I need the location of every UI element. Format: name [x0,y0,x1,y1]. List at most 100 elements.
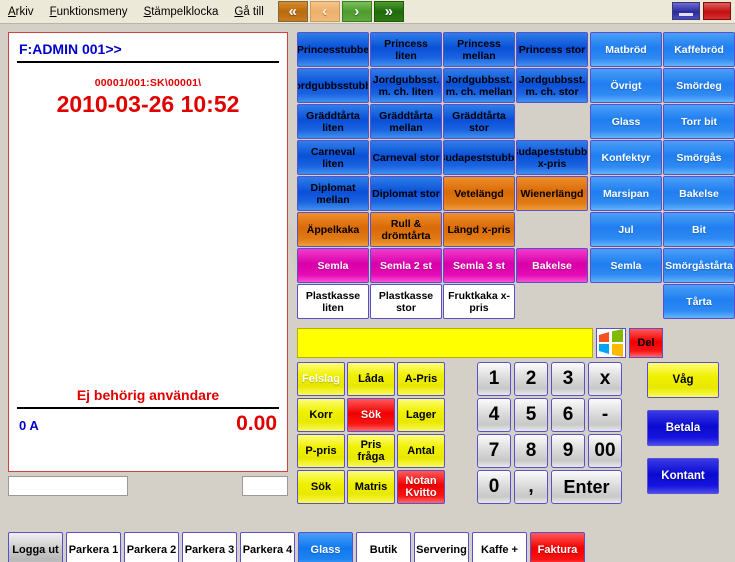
product-button[interactable]: Smörgåstårta [663,248,735,283]
tab-kaffe[interactable]: Kaffe + [472,532,527,562]
product-button[interactable]: Princess stor [516,32,588,67]
product-button[interactable]: Rull & drömtårta [370,212,442,247]
menu-item-ga-till[interactable]: Gå till [226,4,271,20]
product-button[interactable]: Budapeststubbe [443,140,515,175]
product-button[interactable]: Glass [590,104,662,139]
product-button[interactable]: Jordgubbsstubbe [297,68,369,103]
tab-glass[interactable]: Glass [298,532,353,562]
entry-input-wide[interactable] [8,476,128,496]
numpad-3[interactable]: 3 [551,362,585,396]
product-button[interactable]: Diplomat stor [370,176,442,211]
tab-butik[interactable]: Butik [356,532,411,562]
function-key-s-k[interactable]: Sök [347,398,395,432]
windows-logo-icon[interactable] [596,328,626,358]
numpad-1[interactable]: 1 [477,362,511,396]
product-button[interactable]: Äppelkaka [297,212,369,247]
product-button[interactable]: Bakelse [516,248,588,283]
tab-parkera-1[interactable]: Parkera 1 [66,532,121,562]
menu-item-arkiv[interactable]: Arkiv [0,4,42,20]
numpad-double-zero[interactable]: 00 [588,434,622,468]
numpad-comma[interactable]: , [514,470,548,504]
nav-previous-icon[interactable]: ‹ [309,1,340,22]
product-button[interactable]: Princess liten [370,32,442,67]
product-button[interactable]: Torr bit [663,104,735,139]
product-button[interactable]: Plastkasse stor [370,284,442,319]
product-button[interactable]: Jordgubbsst. m. ch. liten [370,68,442,103]
tab-logga-ut[interactable]: Logga ut [8,532,63,562]
product-button[interactable]: Princesstubbe [297,32,369,67]
function-key-a-pris[interactable]: A-Pris [397,362,445,396]
function-key-notan-kvitto[interactable]: Notan Kvitto [397,470,445,504]
function-key-l-da[interactable]: Låda [347,362,395,396]
numpad-2[interactable]: 2 [514,362,548,396]
tab-parkera-3[interactable]: Parkera 3 [182,532,237,562]
product-button[interactable]: Wienerlängd [516,176,588,211]
menu-item-stampelklocka[interactable]: Stämpelklocka [136,4,227,20]
action-button-betala[interactable]: Betala [647,410,719,446]
product-button[interactable]: Semla 3 st [443,248,515,283]
action-button-v-g[interactable]: Våg [647,362,719,398]
numpad-9[interactable]: 9 [551,434,585,468]
product-button[interactable]: Carneval stor [370,140,442,175]
product-button[interactable]: Övrigt [590,68,662,103]
product-button[interactable]: Jordgubbsst. m. ch. mellan [443,68,515,103]
product-button[interactable]: Konfektyr [590,140,662,175]
product-button[interactable]: Budapeststubbe x-pris [516,140,588,175]
product-button[interactable]: Semla [590,248,662,283]
product-button[interactable]: Jordgubbsst. m. ch. stor [516,68,588,103]
product-button[interactable]: Diplomat mellan [297,176,369,211]
product-button[interactable]: Gräddtårta stor [443,104,515,139]
function-key-korr[interactable]: Korr [297,398,345,432]
function-key-pris-fr-ga[interactable]: Pris fråga [347,434,395,468]
minimize-button[interactable] [672,2,700,20]
action-button-column: Våg Betala Kontant [647,362,731,510]
close-button[interactable] [703,2,731,20]
product-button[interactable]: Semla 2 st [370,248,442,283]
function-key-s-k[interactable]: Sök [297,470,345,504]
product-button[interactable]: Princess mellan [443,32,515,67]
product-button[interactable]: Bakelse [663,176,735,211]
product-button[interactable]: Tårta [663,284,735,319]
product-button[interactable]: Marsipan [590,176,662,211]
nav-last-icon[interactable]: » [373,1,404,22]
nav-next-icon[interactable]: › [341,1,372,22]
numpad-minus[interactable]: - [588,398,622,432]
nav-first-icon[interactable]: « [277,1,308,22]
tab-servering[interactable]: Servering [414,532,469,562]
tab-faktura[interactable]: Faktura [530,532,585,562]
action-button-kontant[interactable]: Kontant [647,458,719,494]
product-button[interactable]: Carneval liten [297,140,369,175]
product-button[interactable]: Längd x-pris [443,212,515,247]
product-button[interactable]: Jul [590,212,662,247]
menu-item-funktionsmeny[interactable]: Funktionsmeny [42,4,136,20]
function-key-antal[interactable]: Antal [397,434,445,468]
numpad-5[interactable]: 5 [514,398,548,432]
function-key-matris[interactable]: Matris [347,470,395,504]
entry-input-small[interactable] [242,476,288,496]
numpad-enter[interactable]: Enter [551,470,622,504]
product-button[interactable]: Vetelängd [443,176,515,211]
product-button[interactable]: Gräddtårta liten [297,104,369,139]
function-key-lager[interactable]: Lager [397,398,445,432]
numpad-8[interactable]: 8 [514,434,548,468]
product-button[interactable]: Fruktkaka x-pris [443,284,515,319]
product-button[interactable]: Bit [663,212,735,247]
numpad-4[interactable]: 4 [477,398,511,432]
product-button[interactable]: Gräddtårta mellan [370,104,442,139]
delete-button[interactable]: Del [629,328,663,358]
numpad-6[interactable]: 6 [551,398,585,432]
numpad-7[interactable]: 7 [477,434,511,468]
function-key-p-pris[interactable]: P-pris [297,434,345,468]
numpad-0[interactable]: 0 [477,470,511,504]
tab-parkera-4[interactable]: Parkera 4 [240,532,295,562]
numpad-multiply[interactable]: x [588,362,622,396]
product-button[interactable]: Matbröd [590,32,662,67]
product-button[interactable]: Smörgås [663,140,735,175]
product-button[interactable]: Plastkasse liten [297,284,369,319]
product-button[interactable]: Smördeg [663,68,735,103]
amount-input[interactable] [297,328,593,358]
product-button[interactable]: Semla [297,248,369,283]
function-key-felslag[interactable]: Felslag [297,362,345,396]
product-button[interactable]: Kaffebröd [663,32,735,67]
tab-parkera-2[interactable]: Parkera 2 [124,532,179,562]
